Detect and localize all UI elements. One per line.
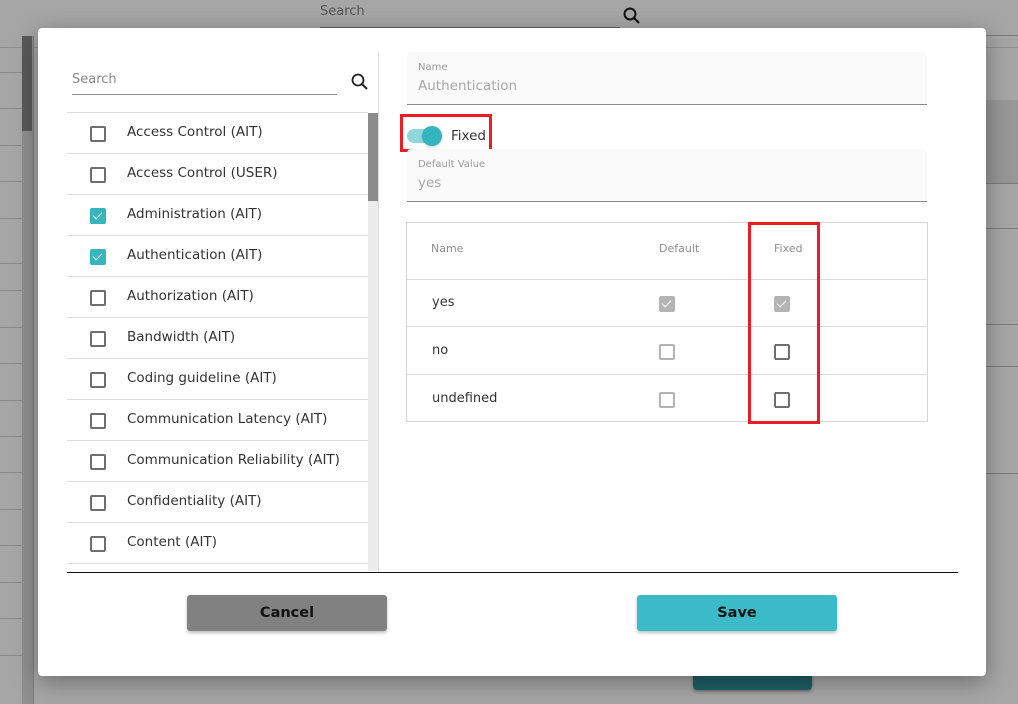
category-label: Access Control (AIT) (127, 124, 263, 140)
category-checkbox[interactable] (90, 536, 106, 552)
category-label: Coding guideline (AIT) (127, 370, 277, 386)
category-list-scrollbar-thumb[interactable] (368, 113, 378, 201)
category-checkbox[interactable] (90, 495, 106, 511)
category-label: Confidentiality (AIT) (127, 493, 262, 509)
pane-divider (378, 52, 379, 572)
values-table: Name Default Fixed yes no undefined (406, 222, 928, 422)
category-label: Bandwidth (AIT) (127, 329, 236, 345)
default-value-label: Default Value (418, 159, 486, 170)
edit-dialog: Access Control (AIT) Access Control (USER… (38, 28, 986, 676)
category-checkbox[interactable] (90, 331, 106, 347)
category-search-field (72, 68, 337, 95)
category-label: Content (AIT) (127, 534, 217, 550)
category-label: Authentication (AIT) (127, 247, 263, 263)
category-list-item[interactable]: Authentication (AIT) (67, 236, 368, 277)
category-pane: Access Control (AIT) Access Control (USER… (38, 28, 379, 573)
category-list-item[interactable]: Authorization (AIT) (67, 277, 368, 318)
save-button[interactable]: Save (637, 595, 837, 631)
category-list-item[interactable]: Communication Latency (AIT) (67, 400, 368, 441)
table-row: undefined (407, 375, 927, 422)
background-scrollbar (22, 36, 34, 704)
default-checkbox (659, 296, 675, 312)
category-list-item[interactable]: Access Control (USER) (67, 154, 368, 195)
column-header-name: Name (431, 242, 464, 255)
category-checkbox[interactable] (90, 167, 106, 183)
category-checkbox[interactable] (90, 454, 106, 470)
category-label: Communication Reliability (AIT) (127, 452, 340, 468)
cancel-button[interactable]: Cancel (187, 595, 387, 631)
category-list-item[interactable]: Content (AIT) (67, 523, 368, 564)
highlight-box-toggle (400, 114, 492, 152)
default-value-value: yes (418, 175, 442, 191)
search-icon (623, 7, 640, 24)
background-panel (986, 100, 1018, 184)
category-list-item[interactable]: Coding guideline (AIT) (67, 359, 368, 400)
highlight-box-fixed-column (748, 222, 820, 424)
background-scrollbar-thumb (22, 36, 32, 131)
background-search-field: Search (320, 0, 620, 28)
column-header-default: Default (659, 242, 700, 255)
category-checkbox[interactable] (90, 249, 106, 265)
row-name: yes (432, 295, 455, 310)
category-label: Administration (AIT) (127, 206, 263, 222)
default-checkbox (659, 344, 675, 360)
name-field-label: Name (418, 62, 448, 73)
category-list-item[interactable]: Administration (AIT) (67, 195, 368, 236)
category-label: Access Control (USER) (127, 165, 278, 181)
values-table-header: Name Default Fixed (407, 223, 927, 280)
category-checkbox[interactable] (90, 290, 106, 306)
category-list-item[interactable]: Access Control (AIT) (67, 113, 368, 154)
category-label: Authorization (AIT) (127, 288, 254, 304)
name-field[interactable]: Name Authentication (407, 52, 927, 105)
category-checkbox[interactable] (90, 208, 106, 224)
footer-divider (67, 572, 958, 573)
default-value-field[interactable]: Default Value yes (407, 149, 927, 202)
category-list-item[interactable]: Bandwidth (AIT) (67, 318, 368, 359)
category-checkbox[interactable] (90, 413, 106, 429)
category-list-item[interactable]: Communication Reliability (AIT) (67, 441, 368, 482)
name-field-value: Authentication (418, 78, 518, 94)
table-row: no (407, 327, 927, 375)
row-name: no (432, 343, 449, 358)
category-search-input[interactable] (72, 68, 337, 91)
row-name: undefined (432, 391, 498, 406)
category-checkbox[interactable] (90, 126, 106, 142)
search-icon[interactable] (350, 72, 370, 92)
category-label: Communication Latency (AIT) (127, 411, 328, 427)
background-search-placeholder: Search (320, 4, 365, 19)
default-checkbox (659, 392, 675, 408)
category-list: Access Control (AIT) Access Control (USER… (67, 112, 368, 572)
table-row: yes (407, 279, 927, 327)
category-list-item[interactable]: Confidentiality (AIT) (67, 482, 368, 523)
category-checkbox[interactable] (90, 372, 106, 388)
